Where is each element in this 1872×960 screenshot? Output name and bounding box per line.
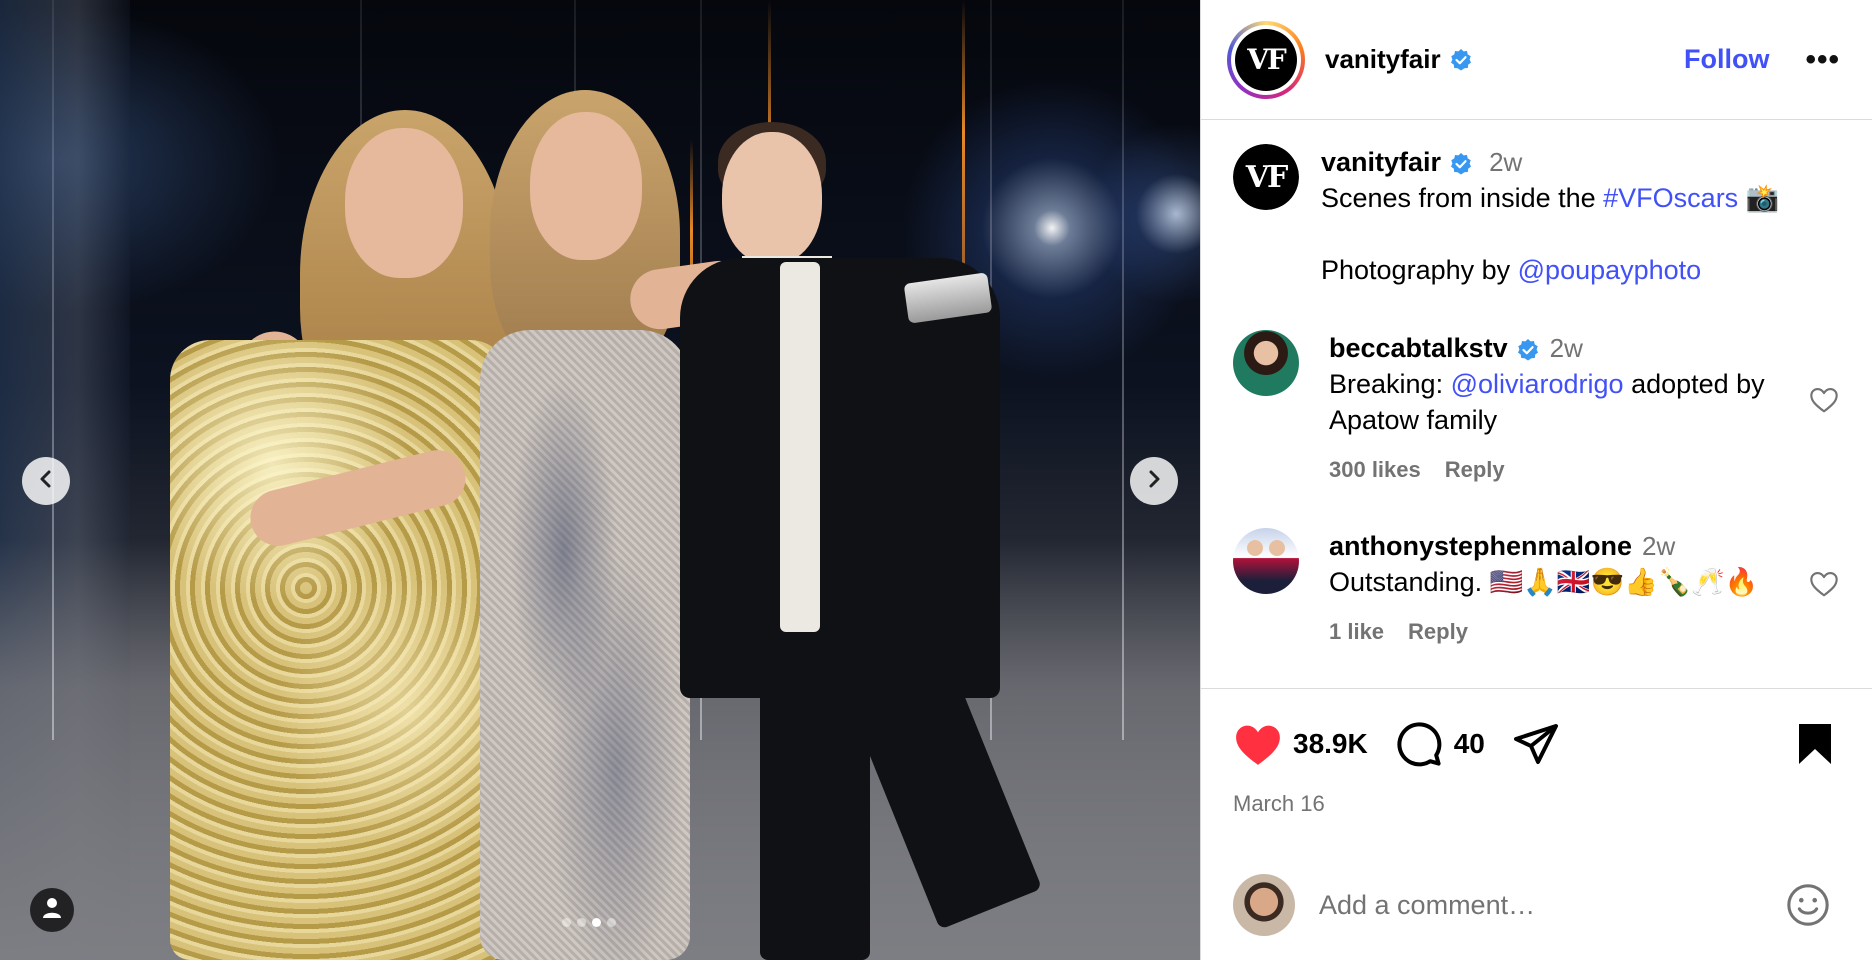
verified-badge-icon bbox=[1449, 48, 1473, 72]
post-actions: 38.9K 40 March 16 bbox=[1201, 688, 1872, 868]
caption-username[interactable]: vanityfair bbox=[1321, 147, 1441, 177]
author-username[interactable]: vanityfair bbox=[1325, 44, 1441, 75]
verified-badge-icon bbox=[1516, 338, 1540, 362]
bookmark-icon[interactable] bbox=[1790, 719, 1840, 769]
user-icon bbox=[42, 897, 62, 924]
post-photo[interactable] bbox=[0, 0, 1200, 960]
carousel-dot bbox=[607, 918, 616, 927]
comments-list[interactable]: VF vanityfair 2w Scenes from inside the #… bbox=[1201, 120, 1872, 688]
comment-text: Outstanding. 🇺🇸🙏🇬🇧😎👍🍾🥂🔥 bbox=[1329, 567, 1759, 597]
current-user-avatar[interactable] bbox=[1233, 874, 1295, 936]
comments-count: 40 bbox=[1453, 728, 1485, 759]
credit-text: Photography by bbox=[1321, 255, 1518, 285]
comment-username[interactable]: anthonystephenmalone bbox=[1329, 531, 1632, 561]
commenter-avatar[interactable] bbox=[1233, 528, 1299, 594]
like-heart-icon[interactable] bbox=[1233, 719, 1283, 769]
carousel-prev-button[interactable] bbox=[22, 457, 70, 505]
hashtag-link[interactable]: #VFOscars bbox=[1603, 183, 1738, 213]
likes-count[interactable]: 38.9K bbox=[1293, 728, 1368, 760]
comment-time: 2w bbox=[1642, 531, 1676, 561]
chevron-left-icon bbox=[36, 469, 56, 494]
comment-likes-count[interactable]: 300 likes bbox=[1329, 457, 1421, 482]
avatar: VF bbox=[1235, 28, 1297, 91]
commenter-avatar[interactable] bbox=[1233, 330, 1299, 396]
carousel-dot bbox=[577, 918, 586, 927]
more-options-button[interactable]: ••• bbox=[1805, 43, 1840, 77]
comment-time: 2w bbox=[1549, 333, 1583, 363]
comment-item: anthonystephenmalone 2w Outstanding. 🇺🇸🙏🇬… bbox=[1233, 528, 1840, 650]
comment-bubble-icon[interactable] bbox=[1394, 719, 1444, 769]
caption: VF vanityfair 2w Scenes from inside the #… bbox=[1233, 144, 1840, 288]
emoji-picker-icon[interactable] bbox=[1784, 881, 1832, 929]
chevron-right-icon bbox=[1144, 469, 1164, 494]
author-avatar[interactable]: VF bbox=[1233, 144, 1299, 210]
comment-item: beccabtalkstv 2w Breaking: @oliviarodrigo… bbox=[1233, 330, 1840, 488]
mention-link[interactable]: @oliviarodrigo bbox=[1451, 369, 1624, 399]
tagged-users-button[interactable] bbox=[30, 888, 74, 932]
verified-badge-icon bbox=[1449, 152, 1473, 176]
photographer-mention-link[interactable]: @poupayphoto bbox=[1518, 255, 1702, 285]
add-comment-input[interactable] bbox=[1317, 888, 1784, 922]
post-sidebar: VF vanityfair Follow ••• VF vanityfair 2w… bbox=[1200, 0, 1872, 960]
comment-username[interactable]: beccabtalkstv bbox=[1329, 333, 1508, 363]
carousel-indicator bbox=[562, 918, 616, 927]
post-date: March 16 bbox=[1233, 791, 1325, 816]
reply-button[interactable]: Reply bbox=[1445, 457, 1505, 482]
carousel-next-button[interactable] bbox=[1130, 457, 1178, 505]
reply-button[interactable]: Reply bbox=[1408, 619, 1468, 644]
caption-text: Scenes from inside the bbox=[1321, 183, 1604, 213]
add-comment-bar bbox=[1201, 850, 1872, 960]
post-header: VF vanityfair Follow ••• bbox=[1201, 0, 1872, 120]
follow-button[interactable]: Follow bbox=[1684, 44, 1769, 75]
like-comment-heart-icon[interactable] bbox=[1808, 568, 1840, 600]
comment-text: Breaking: bbox=[1329, 369, 1451, 399]
carousel-dot bbox=[562, 918, 571, 927]
like-comment-heart-icon[interactable] bbox=[1808, 384, 1840, 416]
carousel-dot-active bbox=[592, 918, 601, 927]
camera-flash-emoji: 📸 bbox=[1745, 183, 1780, 213]
comment-likes-count[interactable]: 1 like bbox=[1329, 619, 1384, 644]
share-paper-plane-icon[interactable] bbox=[1511, 719, 1561, 769]
caption-time: 2w bbox=[1489, 147, 1523, 177]
story-ring[interactable]: VF bbox=[1227, 20, 1305, 99]
